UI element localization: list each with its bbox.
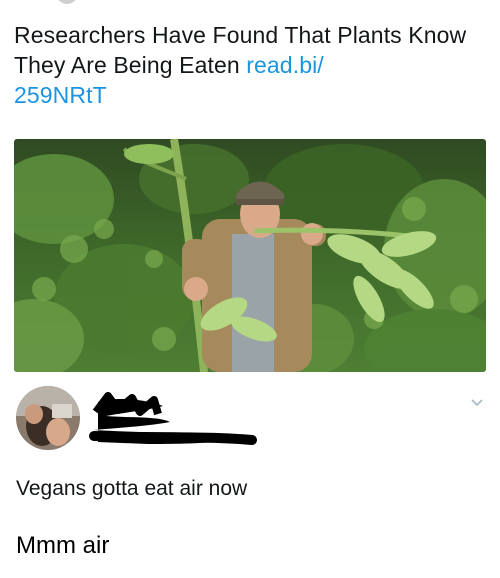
avatar-image [16, 386, 80, 450]
chevron-down-icon[interactable] [470, 396, 484, 410]
article-headline: Researchers Have Found That Plants Know … [14, 20, 486, 110]
cropped-avatar-edge [56, 0, 78, 4]
top-edge [0, 0, 500, 8]
redaction-scribble [89, 392, 257, 445]
tweet-text: Vegans gotta eat air now [16, 477, 248, 500]
redacted-username [88, 392, 258, 459]
photo-illustration [14, 139, 486, 372]
headline-text: Researchers Have Found That Plants Know … [14, 22, 467, 78]
article-photo[interactable] [14, 139, 486, 372]
avatar[interactable] [16, 386, 80, 450]
reply-text: Mmm air [16, 532, 110, 559]
